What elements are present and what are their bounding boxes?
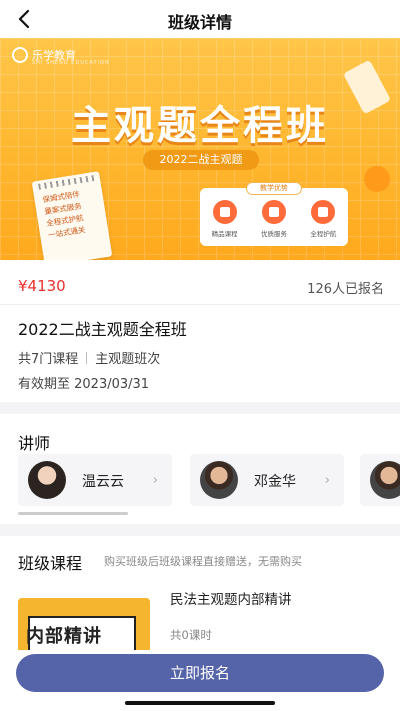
page-title: 班级详情 — [167, 13, 232, 32]
avatar — [200, 461, 238, 499]
teacher-card[interactable]: 温云云 › — [18, 454, 172, 506]
advantage-item: 精品课程 — [212, 200, 238, 238]
advantage-label: 精品课程 — [211, 230, 238, 238]
teachers-section: 讲师 温云云 › 邓金华 › — [0, 414, 400, 524]
enroll-button[interactable]: 立即报名 — [16, 654, 384, 692]
advantage-item: 全程护航 — [310, 200, 336, 238]
course-meta: 共7门课程 主观题班次 — [18, 348, 160, 367]
logo-mark-icon — [12, 47, 28, 63]
advantages-card: 教学优势 精品课程 优质服务 全程护航 — [200, 182, 348, 246]
chevron-right-icon: › — [324, 473, 330, 488]
service-icon — [261, 200, 286, 224]
scroll-indicator — [18, 512, 128, 515]
lesson-name[interactable]: 民法主观题内部精讲 — [170, 588, 292, 608]
teacher-name: 温云云 — [82, 474, 124, 490]
advantages-title: 教学优势 — [246, 182, 302, 195]
course-title: 2022二战主观题全程班 — [18, 320, 187, 339]
advantage-label: 优质服务 — [260, 230, 287, 238]
home-indicator — [125, 701, 275, 705]
course-banner: 乐学教育 SHI SHENG EDUCATION 主观题全程班 2022二战主观… — [0, 38, 400, 260]
banner-tag: 2022二战主观题 — [143, 150, 259, 170]
expire-date: 有效期至 2023/03/31 — [18, 377, 150, 392]
teachers-title: 讲师 — [18, 434, 51, 453]
course-icon — [212, 200, 237, 224]
lessons-title: 班级课程 — [18, 554, 83, 573]
decorative-ball — [364, 166, 390, 192]
avatar — [28, 461, 66, 499]
enrolled-count: 126人已报名 — [307, 282, 384, 297]
price: ¥4130 — [18, 277, 66, 295]
feature-note: 保姆式陪伴 量案式服务 全程式护航 一站式通关 — [31, 171, 113, 260]
nav-bar: 班级详情 — [0, 0, 400, 38]
teacher-name: 邓金华 — [254, 474, 296, 490]
meta-separator — [86, 351, 88, 364]
chevron-right-icon: › — [152, 473, 158, 488]
teacher-card-partial[interactable] — [360, 454, 400, 506]
thumbnail-text: 内部精讲 — [26, 626, 102, 647]
lesson-count: 共0课时 — [170, 628, 212, 642]
banner-title: 主观题全程班 — [71, 103, 329, 149]
advantage-label: 全程护航 — [310, 230, 337, 238]
teacher-card[interactable]: 邓金华 › — [190, 454, 344, 506]
logo-subtext: SHI SHENG EDUCATION — [32, 60, 110, 66]
escort-icon — [311, 200, 336, 224]
divider — [0, 304, 400, 305]
course-count: 共7门课程 — [18, 352, 79, 367]
advantage-item: 优质服务 — [261, 200, 287, 238]
course-type: 主观题班次 — [95, 352, 161, 367]
course-info: ¥4130 126人已报名 2022二战主观题全程班 共7门课程 主观题班次 有… — [0, 260, 400, 402]
lessons-subtitle: 购买班级后班级课程直接赠送，无需购买 — [104, 555, 302, 568]
avatar — [370, 461, 400, 499]
